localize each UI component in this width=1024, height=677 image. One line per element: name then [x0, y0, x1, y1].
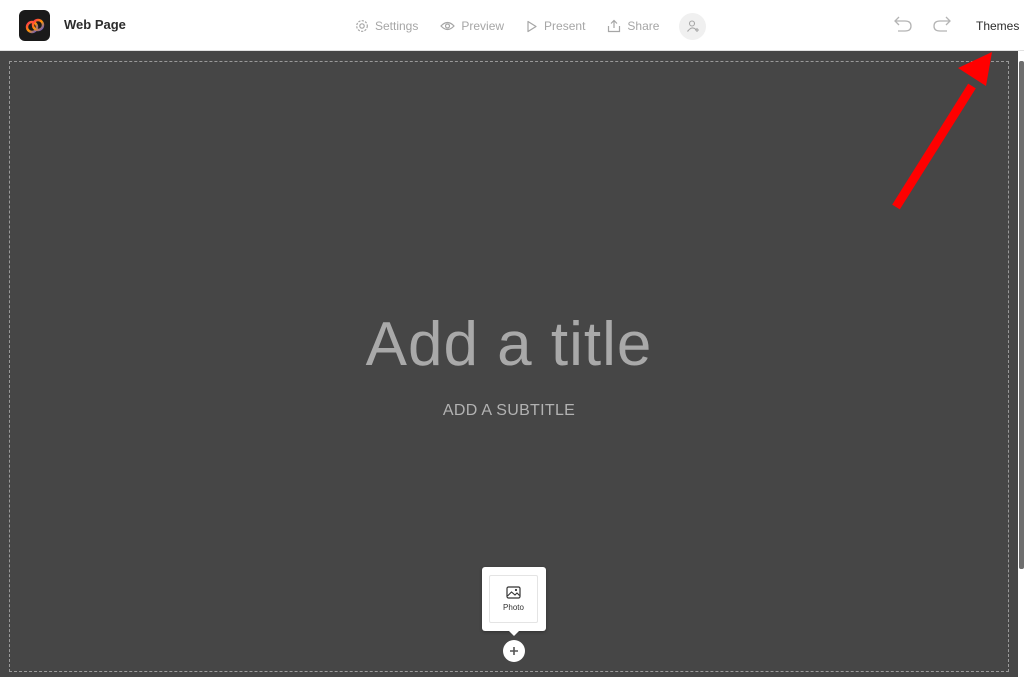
title-placeholder[interactable]: Add a title — [0, 309, 1018, 380]
share-button[interactable]: Share — [607, 19, 659, 33]
themes-button[interactable]: Themes — [976, 19, 1019, 33]
eye-icon — [440, 21, 456, 31]
preview-button[interactable]: Preview — [440, 19, 504, 33]
vertical-scrollbar[interactable] — [1018, 51, 1024, 677]
present-label: Present — [544, 19, 586, 33]
top-bar: Web Page Settings Preview Present Share … — [0, 0, 1024, 51]
share-label: Share — [627, 19, 660, 33]
document-title[interactable]: Web Page — [64, 17, 126, 32]
add-photo-button[interactable]: Photo — [489, 575, 538, 623]
redo-icon — [933, 16, 951, 32]
plus-icon — [510, 647, 518, 655]
photo-label: Photo — [503, 603, 524, 612]
add-content-button[interactable] — [503, 640, 525, 662]
title-card[interactable]: Add a title ADD A SUBTITLE Photo — [0, 51, 1018, 677]
gear-icon — [356, 20, 368, 32]
image-icon — [506, 586, 521, 599]
canvas-area: Add a title ADD A SUBTITLE Photo — [0, 51, 1024, 677]
redo-button[interactable] — [932, 15, 952, 38]
subtitle-placeholder[interactable]: ADD A SUBTITLE — [0, 402, 1018, 420]
settings-button[interactable]: Settings — [355, 19, 418, 33]
invite-collaborator-button[interactable] — [679, 12, 707, 40]
settings-label: Settings — [375, 19, 419, 33]
creative-cloud-logo-icon[interactable] — [19, 10, 50, 41]
share-icon — [608, 19, 621, 33]
present-button[interactable]: Present — [526, 19, 585, 33]
preview-label: Preview — [461, 19, 505, 33]
toolbar: Settings Preview Present Share — [355, 12, 707, 40]
undo-button[interactable] — [893, 15, 913, 38]
play-icon — [527, 20, 537, 32]
add-person-icon — [686, 20, 699, 32]
undo-icon — [894, 16, 912, 32]
scrollbar-thumb[interactable] — [1019, 61, 1024, 569]
add-content-popover: Photo — [482, 567, 546, 636]
